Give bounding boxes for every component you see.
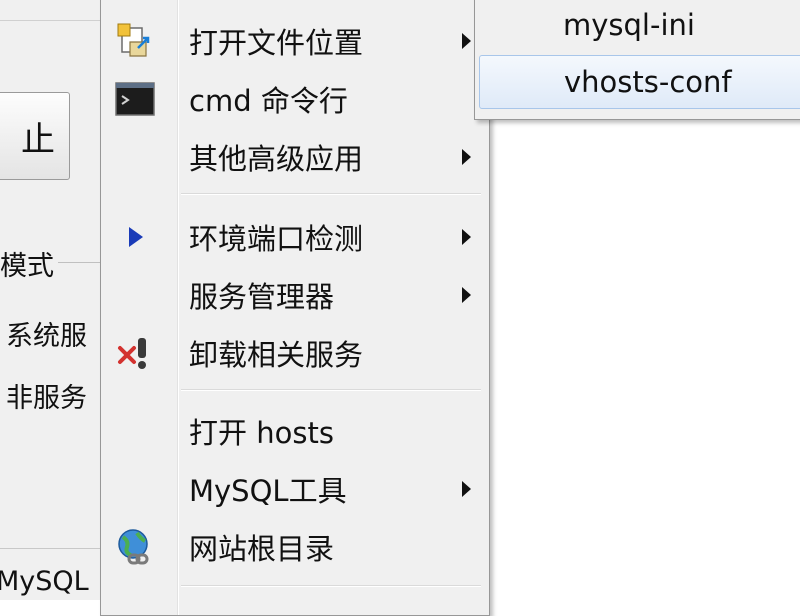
menu-item-other-advanced[interactable]: 其他高级应用 <box>101 129 489 185</box>
menu-item-label: cmd 命令行 <box>189 84 348 118</box>
menu-item-label: 网站根目录 <box>189 532 335 566</box>
folder-link-icon <box>115 21 155 61</box>
menu-item-label: 打开文件位置 <box>189 26 364 60</box>
menu-item-port-detection[interactable]: 环境端口检测 <box>101 209 489 265</box>
menu-item-label: 其他高级应用 <box>189 142 364 176</box>
submenu-item-label: vhosts-conf <box>564 65 732 99</box>
menu-item-uninstall-services[interactable]: 卸载相关服务 <box>101 325 489 381</box>
submenu-arrow-icon <box>462 481 471 497</box>
divider <box>0 20 100 21</box>
submenu-item-mysql-ini[interactable]: mysql-ini <box>479 0 800 51</box>
stop-button-label: 止 <box>21 119 55 160</box>
submenu-arrow-icon <box>462 287 471 303</box>
menu-separator <box>181 585 481 587</box>
menu-item-label: 服务管理器 <box>189 280 335 314</box>
remove-warning-icon <box>115 333 155 373</box>
submenu-arrow-icon <box>462 33 471 49</box>
menu-item-service-manager[interactable]: 服务管理器 <box>101 267 489 323</box>
menu-item-cmd[interactable]: cmd 命令行 <box>101 71 489 127</box>
radio-non-service[interactable]: 非服务 <box>6 376 87 415</box>
divider <box>0 548 100 549</box>
background-window: 止 模式 系统服 非服务 MySQL <box>0 0 113 600</box>
submenu-item-vhosts-conf[interactable]: vhosts-conf <box>479 55 800 109</box>
console-icon <box>115 79 155 119</box>
menu-item-open-hosts[interactable]: 打开 hosts <box>101 403 489 459</box>
menu-item-label: MySQL工具 <box>189 474 347 508</box>
menu-item-mysql-tools[interactable]: MySQL工具 <box>101 461 489 517</box>
menu-separator <box>181 389 481 391</box>
menu-item-web-root[interactable]: 网站根目录 <box>101 519 489 575</box>
stop-button[interactable]: 止 <box>0 92 70 180</box>
menu-separator <box>181 193 481 195</box>
play-triangle-icon <box>115 217 155 257</box>
mode-group-title: 模式 <box>0 244 58 283</box>
context-menu: 打开文件位置 cmd 命令行 其他高级应用 环境端口检测 服务管理器 卸载相关服… <box>100 0 490 616</box>
menu-item-label: 打开 hosts <box>189 416 334 450</box>
submenu-item-label: mysql-ini <box>563 8 695 42</box>
submenu-open-file-location: mysql-ini vhosts-conf <box>474 0 800 120</box>
submenu-arrow-icon <box>462 229 471 245</box>
status-text: MySQL <box>0 566 89 597</box>
menu-item-open-file-location[interactable]: 打开文件位置 <box>101 13 489 69</box>
menu-item-label: 卸载相关服务 <box>189 338 364 372</box>
radio-system-service[interactable]: 系统服 <box>6 314 87 353</box>
globe-link-icon <box>115 527 155 567</box>
menu-item-label: 环境端口检测 <box>189 222 364 256</box>
submenu-arrow-icon <box>462 149 471 165</box>
